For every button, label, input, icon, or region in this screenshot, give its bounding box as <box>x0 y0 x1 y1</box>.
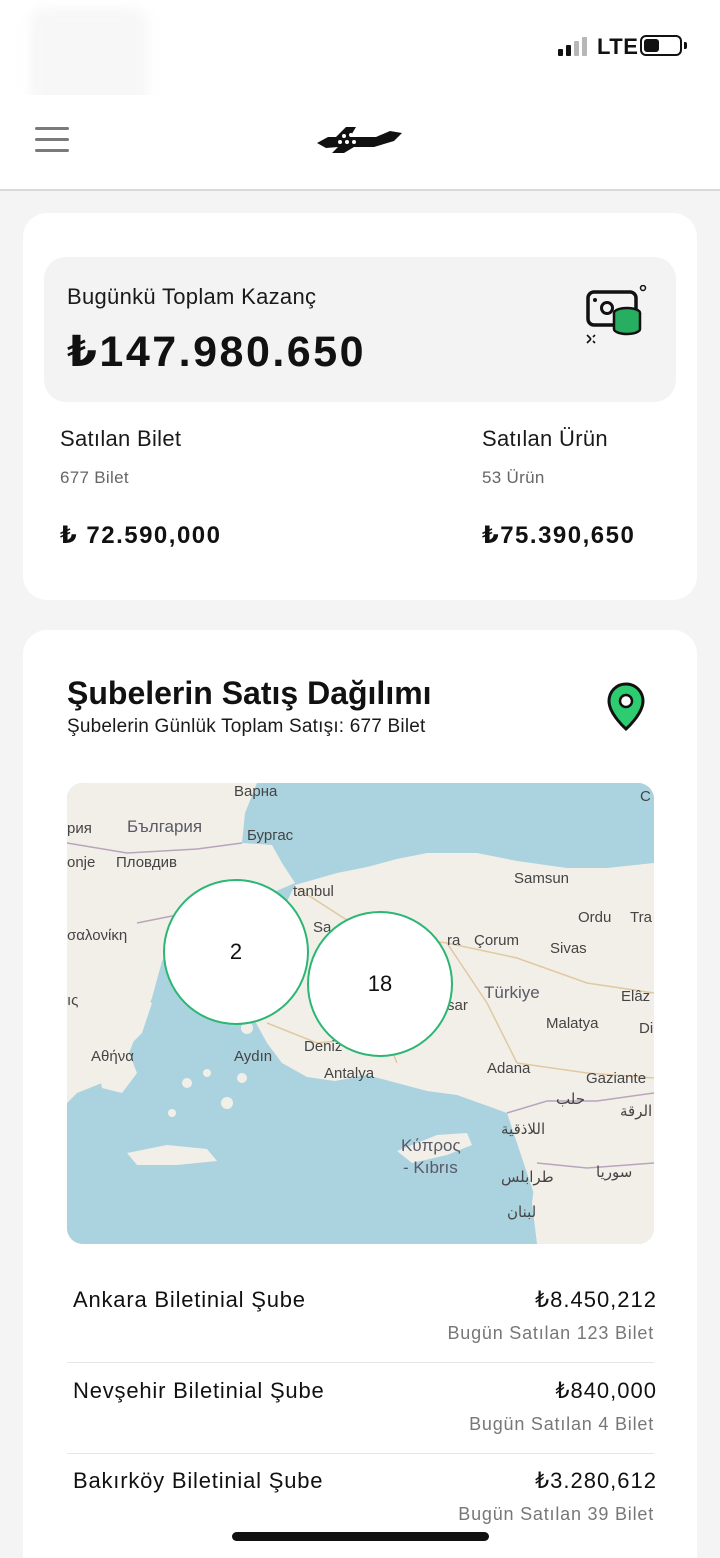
branch-amount: ₺840,000 <box>555 1378 657 1403</box>
section-subtitle: Şubelerin Günlük Toplam Satışı: 677 Bile… <box>67 716 426 737</box>
map-label-corum: Çorum <box>474 932 520 949</box>
battery-icon <box>640 35 687 56</box>
sold-tickets-title: Satılan Bilet <box>60 426 182 451</box>
map-cluster-marker[interactable]: 2 <box>163 879 309 1025</box>
sold-tickets-amount: ₺ 72.590,000 <box>60 522 222 549</box>
map-label-antalya: Antalya <box>324 1065 375 1082</box>
airplane-logo-icon[interactable] <box>314 121 406 161</box>
total-earnings-box: Bugünkü Toplam Kazanç ₺147.980.650 <box>44 257 676 402</box>
sold-products-count: 53 Ürün <box>482 468 545 487</box>
map-label-turkiye: Türkiye <box>484 983 540 1002</box>
map-label-onje: onje <box>67 854 96 871</box>
network-type-label: LTE <box>597 34 639 59</box>
branch-row[interactable]: Nevşehir Biletinial Şube ₺840,000 Bugün … <box>67 1364 657 1454</box>
map-label-samsun: Samsun <box>514 870 570 887</box>
branch-row[interactable]: Bakırköy Biletinial Şube ₺3.280,612 Bugü… <box>67 1454 657 1544</box>
map-label-sivas: Sivas <box>550 940 587 957</box>
branch-name: Ankara Biletinial Şube <box>73 1287 306 1312</box>
map-label-selonika: σαλονίκη <box>67 927 128 944</box>
map-label-gaziante: Gaziante <box>586 1070 647 1087</box>
sold-tickets-count: 677 Bilet <box>60 468 129 487</box>
branch-map[interactable]: Варна рия България Бургас onje Пловдив t… <box>67 783 654 1244</box>
location-pin-icon[interactable] <box>606 682 646 732</box>
status-bar: LTE <box>0 0 720 108</box>
map-label-tarablus: طرابلس <box>501 1169 554 1186</box>
map-label-malatya: Malatya <box>546 1015 599 1032</box>
map-label-ra: ra <box>447 932 461 949</box>
map-label-ria: рия <box>67 820 92 837</box>
map-label-tra: Tra <box>630 909 652 926</box>
sold-products-title: Satılan Ürün <box>482 426 608 451</box>
map-label-istanbul: tanbul <box>293 883 334 900</box>
branch-amount: ₺3.280,612 <box>535 1468 657 1493</box>
sold-products-amount: ₺75.390,650 <box>482 522 636 549</box>
branch-name: Bakırköy Biletinial Şube <box>73 1468 324 1493</box>
map-label-c: C <box>640 788 651 805</box>
earnings-card: Bugünkü Toplam Kazanç ₺147.980.650 Satıl… <box>23 213 697 600</box>
map-label-lubnan: لبنان <box>507 1204 537 1221</box>
map-label-burgas: Бургас <box>247 827 294 844</box>
total-earnings-value: ₺147.980.650 <box>67 328 367 376</box>
map-label-athina: Αθήνα <box>91 1048 134 1065</box>
battery-level-fill <box>644 39 660 52</box>
map-label-raqqa: الرقة <box>620 1103 653 1120</box>
branch-sold-count: Bugün Satılan 4 Bilet <box>469 1414 654 1434</box>
map-label-latakia: اللاذقية <box>501 1121 546 1138</box>
map-label-aydin: Aydın <box>234 1048 273 1065</box>
map-label-halab: حلب <box>556 1091 585 1108</box>
status-bar-blurred-area <box>30 8 148 108</box>
app-header <box>0 95 720 191</box>
map-cluster-marker[interactable]: 18 <box>307 911 453 1057</box>
branch-amount: ₺8.450,212 <box>535 1287 657 1312</box>
branch-sold-count: Bugün Satılan 123 Bilet <box>447 1323 654 1343</box>
map-label-ordu: Ordu <box>578 909 612 926</box>
branch-name: Nevşehir Biletinial Şube <box>73 1378 325 1403</box>
map-label-elaz: Elâz <box>621 988 651 1005</box>
hamburger-menu-icon[interactable] <box>35 127 69 153</box>
section-title: Şubelerin Satış Dağılımı <box>67 675 432 711</box>
map-label-di: Di <box>639 1020 654 1037</box>
branch-sold-count: Bugün Satılan 39 Bilet <box>458 1504 654 1524</box>
map-label-plovdiv: Пловдив <box>116 854 177 871</box>
map-label-kibris: - Kıbrıs <box>403 1158 458 1177</box>
map-label-varna: Варна <box>234 783 278 800</box>
money-coins-icon <box>586 285 647 344</box>
map-label-kypros: Κύπρος <box>401 1136 461 1155</box>
home-indicator[interactable] <box>232 1532 489 1541</box>
total-earnings-label: Bugünkü Toplam Kazanç <box>67 284 317 309</box>
map-label-ic: ıς <box>67 992 79 1009</box>
cellular-signal-icon <box>558 36 588 56</box>
map-label-adana: Adana <box>487 1060 531 1077</box>
branch-row[interactable]: Ankara Biletinial Şube ₺8.450,212 Bugün … <box>67 1273 657 1363</box>
branch-sales-card: Şubelerin Satış Dağılımı Şubelerin Günlü… <box>23 630 697 1558</box>
map-label-suriya: سوريا <box>596 1164 633 1181</box>
map-label-bulgaria: България <box>127 817 203 836</box>
